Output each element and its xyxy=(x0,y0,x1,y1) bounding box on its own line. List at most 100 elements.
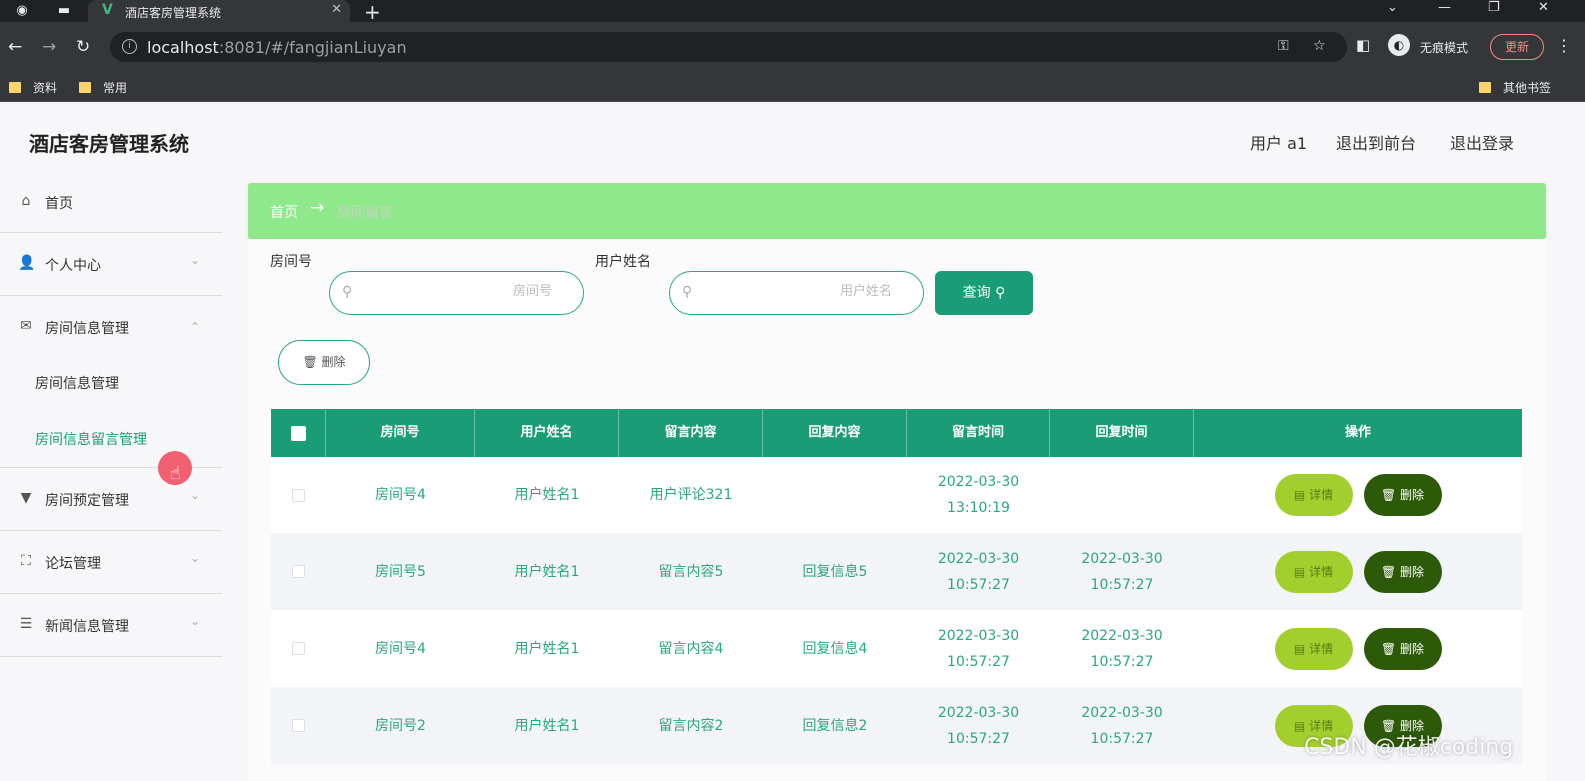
cell-content: 留言内容5 xyxy=(658,563,724,580)
booking-icon: ▼ xyxy=(20,490,32,506)
select-all-checkbox[interactable] xyxy=(290,425,306,441)
row-select-cell xyxy=(271,687,326,764)
sidebar-item-label: 房间预定管理 xyxy=(45,493,129,509)
row-checkbox[interactable] xyxy=(292,565,305,578)
room-filter-label: 房间号 xyxy=(270,254,312,270)
sliders-icon: ☰ xyxy=(19,616,33,632)
table-row: 房间号4 用户姓名1 用户评论321 2022-03-30 13:10:19 ▤… xyxy=(271,457,1522,533)
cell-actions: ▤ 详情 🗑 删除 xyxy=(1194,610,1522,687)
detail-button[interactable]: ▤ 详情 xyxy=(1274,550,1353,593)
hand-cursor-icon: ☝ xyxy=(170,463,181,484)
cell-reply-time xyxy=(1050,457,1194,533)
user-icon: 👤 xyxy=(18,255,36,271)
detail-button[interactable]: ▤ 详情 xyxy=(1274,627,1353,670)
cell-reply-time: 2022-03-30 10:57:27 xyxy=(1081,704,1163,747)
column-header: 回复内容 xyxy=(763,409,907,457)
tab-close-icon[interactable]: ✕ xyxy=(331,2,342,17)
sidebar-item-label: 首页 xyxy=(45,196,73,212)
cell-user: 用户姓名1 xyxy=(514,717,580,734)
sidebar: ⌂ 首页 👤 个人中心 ⌄ ✉ 房间信息管理 ⌃ 房间信息管理 房间信息留言管理… xyxy=(0,173,222,657)
cell-content: 留言内容2 xyxy=(658,717,724,734)
minimize-icon[interactable]: — xyxy=(1438,0,1451,15)
detail-button[interactable]: ▤ 详情 xyxy=(1274,474,1353,516)
star-icon[interactable]: ☆ xyxy=(1313,38,1326,54)
bookmark-folder[interactable]: 常用 xyxy=(79,79,127,96)
other-bookmarks[interactable]: 其他书签 xyxy=(1479,79,1551,96)
sidebar-item-personal-center[interactable]: 👤 个人中心 ⌄ xyxy=(0,233,222,296)
sidebar-item-news[interactable]: ☰ 新闻信息管理 ⌄ xyxy=(0,594,222,657)
chevron-down-icon: ⌄ xyxy=(189,614,200,628)
home-icon: ⌂ xyxy=(21,193,31,209)
user-search-input[interactable] xyxy=(704,284,892,299)
tab-search-chevron-icon[interactable]: ⌄ xyxy=(1387,0,1398,15)
new-tab-button[interactable]: + xyxy=(364,0,381,24)
chevron-down-icon: ⌄ xyxy=(189,488,200,502)
back-icon[interactable]: ← xyxy=(8,37,22,57)
row-checkbox[interactable] xyxy=(292,642,305,655)
submenu-item-room-info[interactable]: 房间信息管理 xyxy=(35,373,119,393)
room-search-input[interactable] xyxy=(364,284,552,299)
cell-user: 用户姓名1 xyxy=(514,563,580,580)
browser-tab-bar: ◉ ▬ V 酒店客房管理系统 ✕ + ⌄ — ❐ ✕ xyxy=(0,0,1585,24)
chevron-down-icon: ⌄ xyxy=(189,551,200,565)
frame-icon: ⛶ xyxy=(21,553,31,569)
document-icon: ▤ xyxy=(1293,488,1310,502)
row-select-cell xyxy=(271,533,326,610)
trash-icon: 🗑 xyxy=(302,355,318,369)
exit-to-front-link[interactable]: 退出到前台 xyxy=(1336,130,1416,154)
logout-link[interactable]: 退出登录 xyxy=(1450,130,1514,154)
table-row: 房间号5 用户姓名1 留言内容5 回复信息5 2022-03-30 10:57:… xyxy=(271,533,1522,610)
table-row: 房间号4 用户姓名1 留言内容4 回复信息4 2022-03-30 10:57:… xyxy=(271,610,1522,687)
page: 酒店客房管理系统 用户 a1 退出到前台 退出登录 ⌂ 首页 👤 个人中心 ⌄ … xyxy=(0,103,1585,781)
table-header: 房间号 用户姓名 留言内容 回复内容 留言时间 回复时间 操作 xyxy=(271,409,1522,457)
key-icon[interactable]: ⚿ xyxy=(1278,38,1289,54)
cell-time: 2022-03-30 10:57:27 xyxy=(937,704,1020,747)
user-search-field[interactable]: ⚲ xyxy=(669,271,924,315)
site-info-icon[interactable]: i xyxy=(122,39,137,54)
room-search-field[interactable]: ⚲ xyxy=(329,271,584,315)
search-icon: ⚲ xyxy=(342,284,353,300)
row-checkbox[interactable] xyxy=(292,488,305,502)
column-header: 回复时间 xyxy=(1050,409,1194,457)
envelope-icon: ✉ xyxy=(20,318,32,334)
delete-button[interactable]: 🗑 删除 xyxy=(1363,627,1442,670)
reload-icon[interactable]: ↻ xyxy=(76,37,90,57)
sidebar-item-forum[interactable]: ⛶ 论坛管理 ⌄ xyxy=(0,531,222,594)
watermark: CSDN @花椒coding xyxy=(1304,735,1514,760)
incognito-icon[interactable]: ◐ xyxy=(1388,34,1410,56)
delete-button[interactable]: 🗑 删除 xyxy=(1363,550,1442,593)
more-menu-icon[interactable]: ⋮ xyxy=(1556,36,1572,55)
globe-icon[interactable]: ◉ xyxy=(14,3,30,19)
url-text[interactable]: localhost:8081/#/fangjianLiuyan xyxy=(147,38,407,57)
breadcrumb-home[interactable]: 首页 xyxy=(270,202,298,222)
restore-icon[interactable]: ❐ xyxy=(1488,0,1500,15)
column-header: 留言内容 xyxy=(619,409,763,457)
incognito-label[interactable]: 无痕模式 xyxy=(1420,39,1468,56)
column-header: 操作 xyxy=(1344,425,1371,440)
address-bar[interactable]: i localhost:8081/#/fangjianLiuyan ⚿ ☆ xyxy=(110,32,1347,62)
batch-delete-button[interactable]: 🗑 删除 xyxy=(278,340,370,385)
submenu-item-room-messages[interactable]: 房间信息留言管理 xyxy=(35,429,147,449)
sidebar-item-room-info[interactable]: ✉ 房间信息管理 ⌃ xyxy=(0,296,222,359)
row-checkbox[interactable] xyxy=(292,719,305,732)
sidebar-item-label: 个人中心 xyxy=(45,258,101,274)
cell-reply-time: 2022-03-30 10:57:27 xyxy=(1081,550,1163,593)
breadcrumb-current: 房间留言 xyxy=(337,205,393,221)
document-icon: ▤ xyxy=(1293,641,1310,656)
bookmark-folder[interactable]: 资料 xyxy=(9,79,57,96)
bookmarks-bar: 资料 常用 其他书签 xyxy=(0,72,1585,102)
sidepanel-icon[interactable]: ◧ xyxy=(1356,36,1370,54)
sidebar-item-label: 论坛管理 xyxy=(45,556,101,572)
cell-reply: 回复信息4 xyxy=(802,640,868,657)
query-button[interactable]: 查询 ⚲ xyxy=(935,271,1033,315)
sidebar-item-home[interactable]: ⌂ 首页 xyxy=(0,173,222,233)
browser-tab[interactable]: V 酒店客房管理系统 ✕ xyxy=(88,0,350,22)
tab-overview-icon[interactable]: ▬ xyxy=(56,3,72,19)
close-window-icon[interactable]: ✕ xyxy=(1538,0,1549,15)
cell-reply: 回复信息5 xyxy=(802,563,868,580)
update-button[interactable]: 更新 xyxy=(1490,34,1544,60)
column-header: 用户姓名 xyxy=(475,409,619,457)
forward-icon[interactable]: → xyxy=(42,37,56,57)
delete-button[interactable]: 🗑 删除 xyxy=(1363,474,1442,516)
chevron-down-icon: ⌄ xyxy=(189,253,200,267)
